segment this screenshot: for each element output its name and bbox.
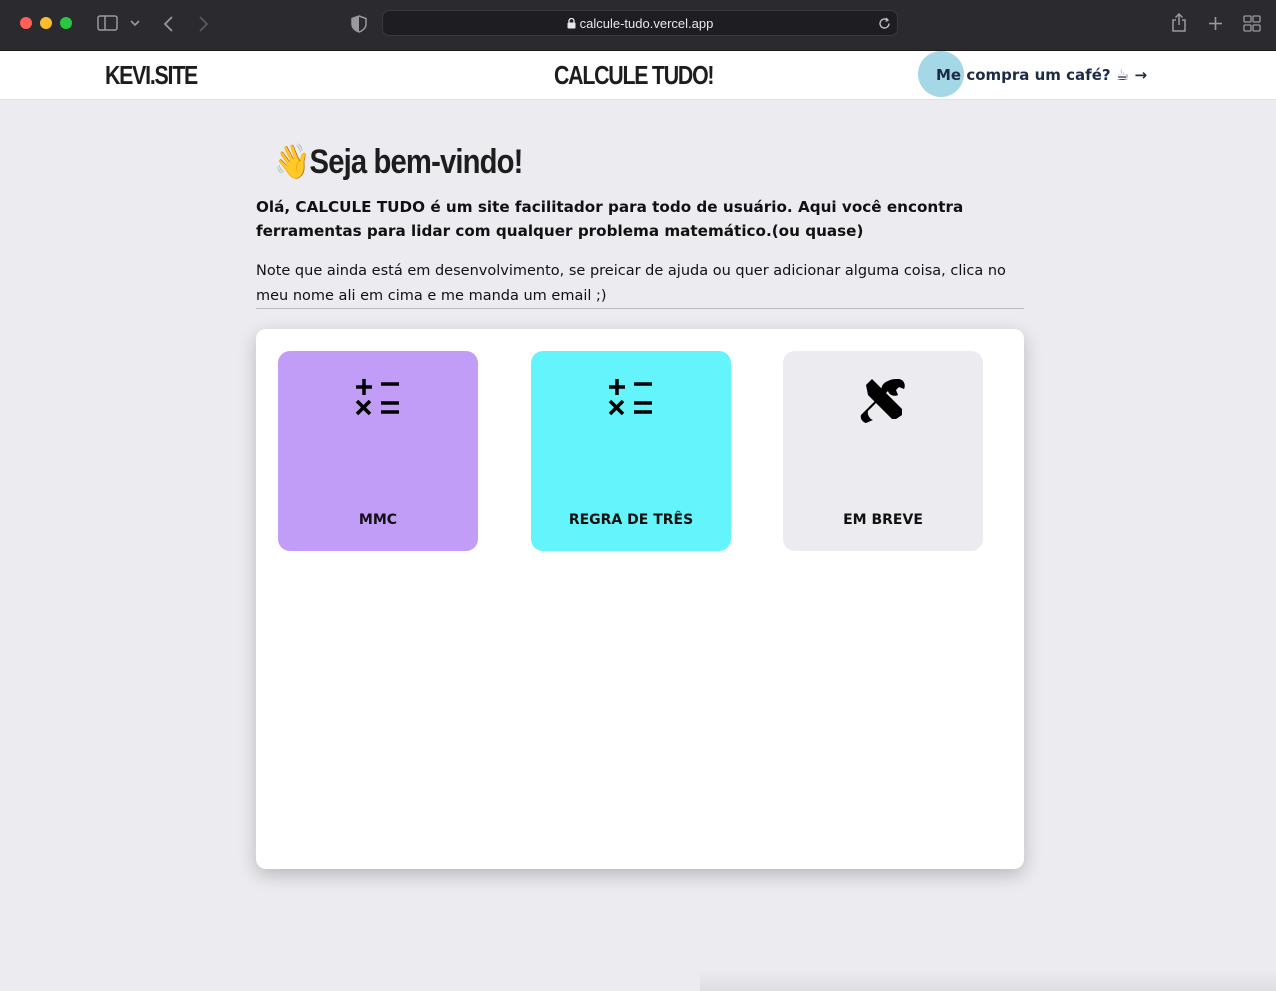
tab-overview-icon[interactable] (1243, 15, 1261, 32)
share-icon[interactable] (1171, 13, 1187, 33)
close-window-button[interactable] (20, 17, 32, 29)
back-icon[interactable] (162, 15, 174, 33)
welcome-title: Seja bem-vindo! (309, 143, 524, 181)
bottom-shade (700, 970, 1276, 991)
divider (256, 308, 1024, 309)
tools-panel: MMC REGRA DE TRÊS EM BREVE (256, 329, 1024, 869)
site-title: CALCULE TUDO! (554, 60, 715, 90)
intro-text: Olá, CALCULE TUDO é um site facilitador … (256, 198, 964, 240)
browser-toolbar: calcule-tudo.vercel.app (0, 0, 1276, 51)
sidebar-icon[interactable] (97, 15, 119, 32)
card-label-em-breve: EM BREVE (843, 512, 923, 528)
lock-icon (567, 17, 576, 29)
wave-icon: 👋 (274, 143, 310, 181)
chevron-down-icon[interactable] (130, 20, 140, 27)
shield-icon[interactable] (351, 15, 367, 33)
zoom-window-button[interactable] (60, 17, 72, 29)
note-text: Note que ainda está em desenvolvimento, … (256, 263, 1006, 304)
site-header: KEVI.SITE CALCULE TUDO! Me compra um caf… (0, 51, 1276, 100)
card-regra-de-tres[interactable]: REGRA DE TRÊS (531, 351, 731, 551)
tools-icon (860, 379, 905, 423)
calculator-ops-icon (608, 379, 652, 416)
card-label-mmc: MMC (358, 512, 398, 528)
welcome-heading: 👋Seja bem-vindo! (274, 142, 524, 182)
new-tab-icon[interactable] (1208, 16, 1223, 31)
buy-coffee-link[interactable]: Me compra um café? ☕ → (936, 66, 1147, 84)
brand-logo[interactable]: KEVI.SITE (105, 60, 198, 91)
forward-icon[interactable] (198, 15, 210, 33)
card-label-regra-de-tres: REGRA DE TRÊS (568, 512, 694, 528)
url-text[interactable]: calcule-tudo.vercel.app (383, 16, 897, 31)
calculator-ops-icon (355, 379, 399, 416)
card-em-breve[interactable]: EM BREVE (783, 351, 983, 551)
address-bar[interactable]: calcule-tudo.vercel.app (382, 10, 898, 36)
card-mmc[interactable]: MMC (278, 351, 478, 551)
minimize-window-button[interactable] (40, 17, 52, 29)
reload-icon[interactable] (878, 17, 891, 30)
url-value: calcule-tudo.vercel.app (579, 16, 714, 31)
